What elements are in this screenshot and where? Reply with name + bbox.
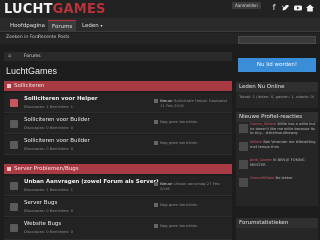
avatar[interactable]	[239, 124, 248, 133]
forum-row[interactable]: Solliciteren voor Builder Discussies: 0 …	[4, 114, 232, 134]
tab-forums[interactable]: Forums	[48, 20, 77, 32]
forum-row[interactable]: Website Bugs Discussies: 0 Berichten: 0 …	[4, 218, 232, 240]
breadcrumb-forums[interactable]: Forums	[24, 54, 41, 59]
avatar[interactable]	[239, 178, 248, 187]
latest-avatar	[154, 203, 158, 207]
home-icon[interactable]	[306, 4, 314, 12]
forum-latest: Nog geen berichten	[160, 202, 198, 207]
forum-latest: Nog geen berichten	[160, 223, 198, 228]
forum-stats: Discussies: 0 Berichten: 0	[24, 125, 74, 130]
sidebar-online-title[interactable]: Leden Nu Online	[236, 82, 318, 92]
home-icon[interactable]: ⌂	[8, 53, 11, 59]
breadcrumb: ⌂ Forums	[4, 52, 232, 61]
forum-title[interactable]: Solliciteren voor Helper	[24, 96, 98, 102]
profile-post-text: Ne lekker	[275, 176, 293, 180]
sidebar-profile-block: Nieuwe Profiel-reacties Gamer_Willem Wil…	[236, 112, 318, 206]
forum-read-icon	[10, 224, 18, 232]
forum-title[interactable]: Website Bugs	[24, 221, 61, 227]
profile-post-item[interactable]: Gamer_Willem Willie has a willie but he …	[236, 122, 318, 136]
sidebar-online-text: Totaal: 1 (leden: 0, gasten: 1, robots: …	[239, 94, 315, 99]
twitter-icon[interactable]	[282, 4, 290, 12]
forum-unread-icon	[10, 99, 18, 107]
forum-latest: Nieuw: Unban aanvraag 27 Feb 2016	[160, 181, 230, 191]
forum-latest: Nog geen berichten	[160, 140, 198, 145]
signup-button[interactable]: Nu lid worden!	[238, 58, 316, 72]
top-header: LUCHTGAMES Aanmelden f	[0, 0, 320, 18]
forum-title[interactable]: Solliciteren voor Builder	[24, 138, 90, 144]
profile-post-item[interactable]: Jordi_Gamer IK BEN JE FOKING MEISTER	[236, 158, 318, 172]
forum-stats: Discussies: 1 Berichten: 1	[24, 104, 74, 109]
subnav-search-forums[interactable]: Zoeken in Fora	[6, 35, 39, 40]
forum-title[interactable]: Unban Aanvragen (zowel Forum als Server)	[24, 179, 159, 185]
profile-post-item[interactable]: Willem Bok Verander me #Bewitting met te…	[236, 140, 318, 154]
sidebar-profile-title: Nieuwe Profiel-reacties	[236, 112, 318, 122]
profile-post-author[interactable]: Jordi_Gamer	[250, 158, 272, 162]
forum-row[interactable]: Solliciteren voor Builder Discussies: 0 …	[4, 135, 232, 155]
latest-avatar	[154, 120, 158, 124]
forum-row[interactable]: Server Bugs Discussies: 0 Berichten: 0 N…	[4, 197, 232, 217]
forum-read-icon	[10, 141, 18, 149]
login-button[interactable]: Aanmelden	[232, 2, 261, 9]
forum-row[interactable]: Solliciteren voor Helper Discussies: 1 B…	[4, 93, 232, 113]
avatar[interactable]	[239, 160, 248, 169]
site-logo[interactable]: LUCHTGAMES	[4, 2, 106, 17]
facebook-icon[interactable]: f	[270, 4, 278, 12]
logo-text-part2: GAMES	[52, 2, 106, 17]
youtube-icon[interactable]	[294, 4, 302, 12]
forum-latest: Nog geen berichten	[160, 119, 198, 124]
tab-leden-label: Leden	[82, 23, 99, 29]
tab-hoofdpagina[interactable]: Hoofdpagina	[6, 20, 49, 32]
latest-avatar	[154, 141, 158, 145]
forum-stats: Discussies: 1 Berichten: 1	[24, 187, 74, 192]
chevron-down-icon: ▾	[100, 23, 103, 28]
profile-post-author[interactable]: Willem	[250, 140, 262, 144]
tab-leden[interactable]: Leden ▾	[78, 20, 106, 32]
sidebar-online-block: Leden Nu Online Totaal: 1 (leden: 0, gas…	[236, 82, 318, 108]
section-header-server-problemen[interactable]: Server Problemen/Bugs	[4, 164, 232, 174]
forum-stats: Discussies: 0 Berichten: 0	[24, 146, 74, 151]
forum-title[interactable]: Solliciteren voor Builder	[24, 117, 90, 123]
forum-latest: Nieuw: Sollicitatie Helper Geplaatst 11 …	[160, 98, 230, 108]
forum-stats: Discussies: 0 Berichten: 0	[24, 229, 74, 234]
page-title: LuchtGames	[6, 66, 58, 76]
sidebar-stats-title: Forumstatistieken	[236, 218, 318, 228]
section-header-solliciteren[interactable]: Solliciteren	[4, 81, 232, 91]
subnav-recent-posts[interactable]: Recente Posts	[38, 35, 70, 40]
latest-avatar	[154, 99, 158, 103]
sidebar-stats-block: Forumstatistieken	[236, 218, 318, 240]
main-nav: Hoofdpagina Forums Leden ▾	[0, 18, 320, 32]
profile-post-author[interactable]: Gamer_Willem	[250, 122, 276, 126]
logo-text-part1: LUCHT	[4, 2, 53, 17]
avatar[interactable]	[239, 142, 248, 151]
forum-read-icon	[10, 203, 18, 211]
forum-read-icon	[10, 120, 18, 128]
forum-row[interactable]: Unban Aanvragen (zowel Forum als Server)…	[4, 176, 232, 196]
profile-post-author[interactable]: GamerWillem	[250, 176, 274, 180]
search-input[interactable]	[238, 36, 316, 44]
forum-title[interactable]: Server Bugs	[24, 200, 57, 206]
latest-avatar	[154, 224, 158, 228]
profile-post-item[interactable]: GamerWillem Ne lekker	[236, 176, 318, 190]
forum-stats: Discussies: 0 Berichten: 0	[24, 208, 74, 213]
forum-read-icon	[10, 182, 18, 190]
latest-avatar	[154, 182, 158, 186]
